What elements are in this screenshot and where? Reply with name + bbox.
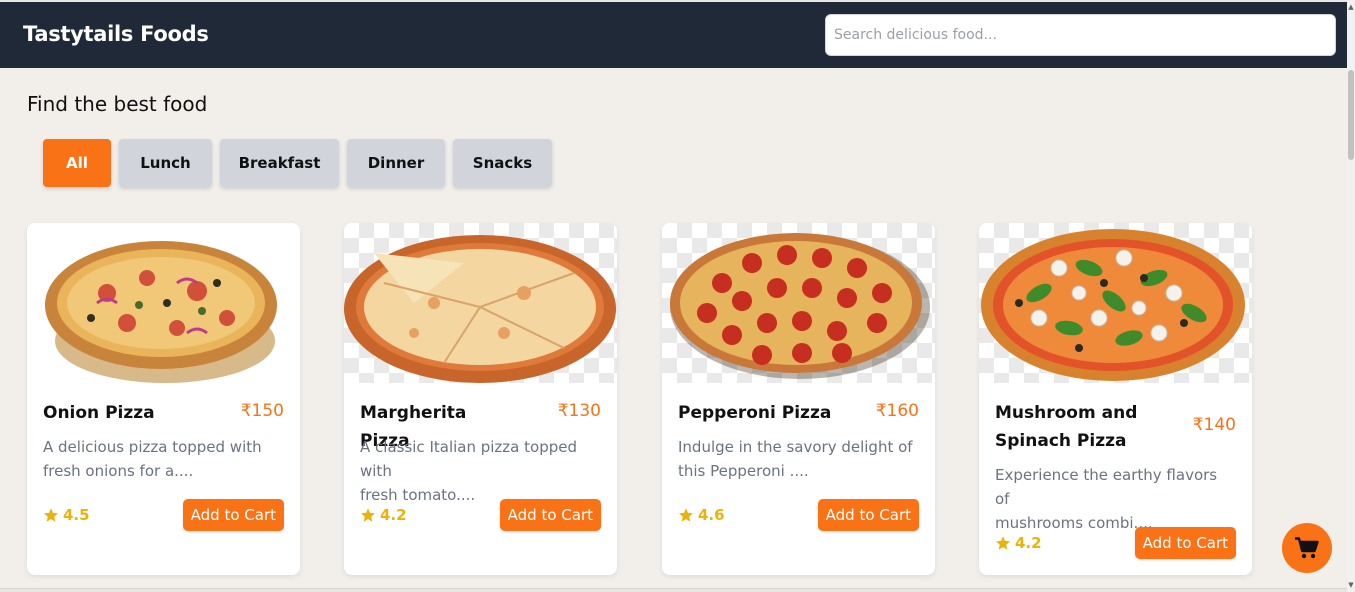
product-rating: 4.5 <box>43 506 90 524</box>
add-to-cart-button[interactable]: Add to Cart <box>182 499 284 531</box>
product-card-pepperoni-pizza[interactable]: Pepperoni Pizza ₹160 Indulge in the savo… <box>662 223 935 575</box>
page-heading: Find the best food <box>27 92 208 116</box>
product-name: Pepperoni Pizza <box>678 403 832 423</box>
product-name: Onion Pizza <box>43 403 155 423</box>
category-filter-bar: All Lunch Breakfast Dinner Snacks <box>43 139 552 187</box>
star-icon <box>44 508 58 522</box>
margherita-pizza-image <box>344 223 617 383</box>
rating-value: 4.2 <box>380 506 407 524</box>
description-line: Experience the earthy flavors of <box>995 466 1218 508</box>
rating-value: 4.6 <box>698 506 725 524</box>
description-line: Indulge in the savory delight of <box>678 438 913 456</box>
scroll-up-arrow-icon[interactable]: ▲ <box>1347 2 1355 12</box>
add-to-cart-button[interactable]: Add to Cart <box>1134 527 1236 559</box>
description-line: A delicious pizza topped with <box>43 438 262 456</box>
brand-logo-text[interactable]: Tastytails Foods <box>23 22 209 46</box>
product-description: A classic Italian pizza topped with fres… <box>360 435 600 507</box>
product-price: ₹140 <box>1192 415 1236 435</box>
description-line: this Pepperoni .... <box>678 462 809 480</box>
mushroom-spinach-pizza-image <box>979 223 1252 383</box>
shopping-cart-icon <box>1295 537 1319 559</box>
product-card-onion-pizza[interactable]: Onion Pizza ₹150 A delicious pizza toppe… <box>27 223 300 575</box>
product-price: ₹130 <box>557 401 601 421</box>
add-to-cart-button[interactable]: Add to Cart <box>499 499 601 531</box>
product-price: ₹160 <box>875 401 919 421</box>
product-description: Experience the earthy flavors of mushroo… <box>995 463 1235 535</box>
pepperoni-pizza-image <box>662 223 935 383</box>
search-input[interactable] <box>825 14 1336 56</box>
page-scrollbar[interactable]: ▲ ▼ <box>1347 0 1355 592</box>
window-bottom-edge <box>0 588 1347 592</box>
product-name: Mushroom and Spinach Pizza <box>995 403 1138 451</box>
floating-cart-button[interactable] <box>1282 523 1332 573</box>
description-line: fresh onions for a.... <box>43 462 194 480</box>
star-icon <box>361 508 375 522</box>
rating-value: 4.2 <box>1015 534 1042 552</box>
filter-dinner-button[interactable]: Dinner <box>347 139 445 187</box>
product-card-margherita-pizza[interactable]: Margherita Pizza ₹130 A classic Italian … <box>344 223 617 575</box>
top-navbar: Tastytails Foods <box>0 2 1347 68</box>
product-rating: 4.6 <box>678 506 725 524</box>
star-icon <box>996 536 1010 550</box>
scrollbar-thumb[interactable] <box>1348 70 1354 160</box>
product-card-mushroom-spinach-pizza[interactable]: Mushroom and Spinach Pizza ₹140 Experien… <box>979 223 1252 575</box>
description-line: A classic Italian pizza topped with <box>360 438 577 480</box>
filter-lunch-button[interactable]: Lunch <box>119 139 212 187</box>
add-to-cart-button[interactable]: Add to Cart <box>817 499 919 531</box>
onion-pizza-image <box>27 223 300 383</box>
filter-all-button[interactable]: All <box>43 139 111 187</box>
product-rating: 4.2 <box>360 506 407 524</box>
star-icon <box>679 508 693 522</box>
rating-value: 4.5 <box>63 506 90 524</box>
product-price: ₹150 <box>240 401 284 421</box>
product-rating: 4.2 <box>995 534 1042 552</box>
product-description: A delicious pizza topped with fresh onio… <box>43 435 283 483</box>
filter-breakfast-button[interactable]: Breakfast <box>220 139 339 187</box>
scroll-down-arrow-icon[interactable]: ▼ <box>1347 580 1355 590</box>
filter-snacks-button[interactable]: Snacks <box>453 139 552 187</box>
product-description: Indulge in the savory delight of this Pe… <box>678 435 918 483</box>
